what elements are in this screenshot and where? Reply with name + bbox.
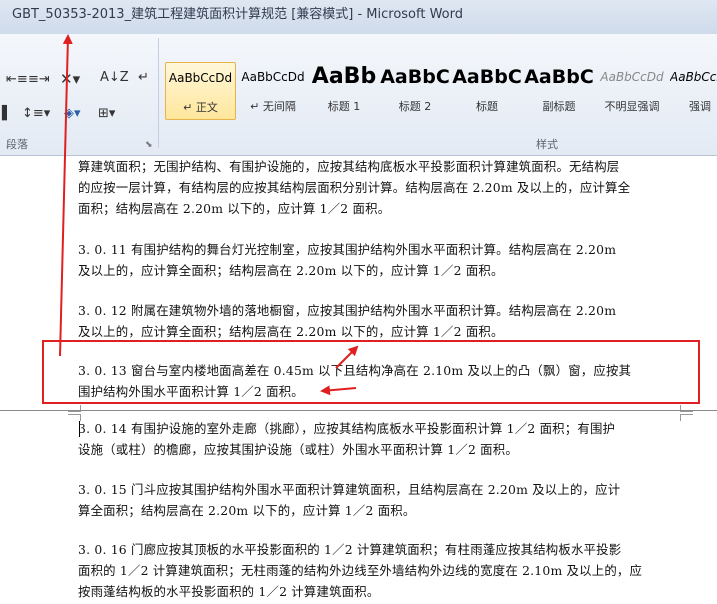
- style-no-spacing[interactable]: AaBbCcDd ↵ 无间隔: [238, 62, 308, 120]
- text-line: 设施（或柱）的檐廊，应按其围护设施（或柱）外围水平面积计算 1／2 面积。: [78, 442, 518, 457]
- style-title[interactable]: AaBbC 标题: [452, 62, 522, 120]
- style-heading-2[interactable]: AaBbC 标题 2: [380, 62, 450, 120]
- text-line: 及以上的，应计算全面积；结构层高在 2.20m 以下的，应计算 1／2 面积。: [78, 324, 504, 339]
- text-line: 3. 0. 15 门斗应按其围护结构外围水平面积计算建筑面积，且结构层高在 2.…: [78, 482, 621, 497]
- style-name: 强调: [689, 100, 711, 113]
- style-name: 标题: [476, 100, 498, 113]
- style-name: ↵ 正文: [183, 101, 218, 114]
- show-marks-icon[interactable]: ↵: [138, 70, 149, 85]
- style-normal[interactable]: AaBbCcDd ↵ 正文: [165, 62, 236, 120]
- paragraph-3-0-12: 3. 0. 12 附属在建筑物外墙的落地橱窗，应按其围护结构外围水平面积计算。结…: [78, 300, 688, 342]
- styles-gallery: AaBbCcDd ↵ 正文 AaBbCcDd ↵ 无间隔 AaBb 标题 1 A…: [162, 62, 717, 126]
- text-line: 3. 0. 16 门廊应按其顶板的水平投影面积的 1／2 计算建筑面积；有柱雨蓬…: [78, 542, 622, 557]
- text-line: 3. 0. 14 有围护设施的室外走廊（挑廊），应按其结构底板水平投影面积计算 …: [78, 421, 616, 436]
- style-name: 副标题: [542, 100, 576, 113]
- window-title: GBT_50353-2013_建筑工程建筑面积计算规范 [兼容模式] - Mic…: [12, 7, 464, 22]
- line-spacing-icon[interactable]: ↕≡▾: [22, 106, 50, 121]
- styles-group-label: 样式: [536, 138, 558, 151]
- style-name: ↵ 无间隔: [250, 100, 296, 113]
- style-sample: AaBbC: [380, 66, 450, 88]
- paragraph-3-0-14: 3. 0. 14 有围护设施的室外走廊（挑廊），应按其结构底板水平投影面积计算 …: [78, 418, 688, 460]
- chinese-layout-icon[interactable]: ✕▾: [60, 70, 80, 88]
- borders-icon[interactable]: ⊞▾: [98, 106, 115, 121]
- style-sample: AaBb: [311, 64, 377, 89]
- increase-indent-icon[interactable]: ≡⇥: [28, 72, 50, 87]
- paragraph-dialog-launcher-icon[interactable]: ⬊: [145, 140, 153, 150]
- distributed-align-icon[interactable]: ▌: [2, 106, 12, 121]
- sort-icon[interactable]: A↓Z: [100, 70, 129, 85]
- style-subtle-emphasis[interactable]: AaBbCcDd 不明显强调: [596, 62, 668, 120]
- ribbon: ⇤≡ ≡⇥ ✕▾ A↓Z ↵ ▌ ↕≡▾ ◈▾ ⊞▾ 段落 ⬊ AaBbCcDd…: [0, 34, 717, 156]
- paragraph-3-0-11: 3. 0. 11 有围护结构的舞台灯光控制室，应按其围护结构外围水平面积计算。结…: [78, 239, 688, 281]
- style-name: 不明显强调: [604, 100, 660, 113]
- paragraph-group-label: 段落: [6, 138, 28, 151]
- text-line: 面积的 1／2 计算建筑面积；无柱雨蓬的结构外边线至外墙结构外边线的宽度在 2.…: [78, 563, 643, 578]
- style-heading-1[interactable]: AaBb 标题 1: [310, 62, 378, 120]
- text-line: 算全面积；结构层高在 2.20m 以下的，应计算 1／2 面积。: [78, 503, 416, 518]
- page-break-line: [0, 410, 717, 411]
- text-line: 面积；结构层高在 2.20m 以下的，应计算 1／2 面积。: [78, 201, 391, 216]
- group-separator: [158, 38, 159, 148]
- text-line: 及以上的，应计算全面积；结构层高在 2.20m 以下的，应计算 1／2 面积。: [78, 263, 504, 278]
- decrease-indent-icon[interactable]: ⇤≡: [6, 72, 28, 87]
- text-line: 3. 0. 12 附属在建筑物外墙的落地橱窗，应按其围护结构外围水平面积计算。结…: [78, 303, 617, 318]
- window-title-bar[interactable]: GBT_50353-2013_建筑工程建筑面积计算规范 [兼容模式] - Mic…: [0, 0, 717, 34]
- style-emphasis[interactable]: AaBbCcDd 强调: [670, 62, 717, 120]
- style-name: 标题 2: [398, 100, 432, 113]
- style-subtitle[interactable]: AaBbC 副标题: [524, 62, 594, 120]
- style-name: 标题 1: [327, 100, 361, 113]
- text-line: 的应按一层计算，有结构层的应按其结构层面积分别计算。结构层高在 2.20m 及以…: [78, 180, 631, 195]
- paragraph-3-0-16: 3. 0. 16 门廊应按其顶板的水平投影面积的 1／2 计算建筑面积；有柱雨蓬…: [78, 539, 688, 602]
- style-sample: AaBbCcDd: [168, 71, 233, 85]
- paragraph-group: ⇤≡ ≡⇥ ✕▾ A↓Z ↵ ▌ ↕≡▾ ◈▾ ⊞▾ 段落 ⬊: [0, 34, 158, 156]
- text-line: 按雨蓬结构板的水平投影面积的 1／2 计算建筑面积。: [78, 584, 380, 599]
- paragraph-3-0-10-tail: 算建筑面积；无围护结构、有围护设施的，应按其结构底板水平投影面积计算建筑面积。无…: [78, 156, 688, 219]
- document-area[interactable]: 算建筑面积；无围护结构、有围护设施的，应按其结构底板水平投影面积计算建筑面积。无…: [0, 156, 717, 604]
- annotation-highlight-box: [42, 340, 700, 404]
- paragraph-3-0-15: 3. 0. 15 门斗应按其围护结构外围水平面积计算建筑面积，且结构层高在 2.…: [78, 479, 688, 521]
- style-sample: AaBbCcDd: [600, 70, 664, 84]
- text-line: 3. 0. 11 有围护结构的舞台灯光控制室，应按其围护结构外围水平面积计算。结…: [78, 242, 617, 257]
- style-sample: AaBbCcDd: [670, 70, 717, 84]
- style-sample: AaBbC: [524, 66, 594, 88]
- style-sample: AaBbC: [452, 66, 522, 88]
- text-line: 算建筑面积；无围护结构、有围护设施的，应按其结构底板水平投影面积计算建筑面积。无…: [78, 159, 620, 174]
- shading-icon[interactable]: ◈▾: [64, 106, 81, 121]
- style-sample: AaBbCcDd: [241, 70, 305, 84]
